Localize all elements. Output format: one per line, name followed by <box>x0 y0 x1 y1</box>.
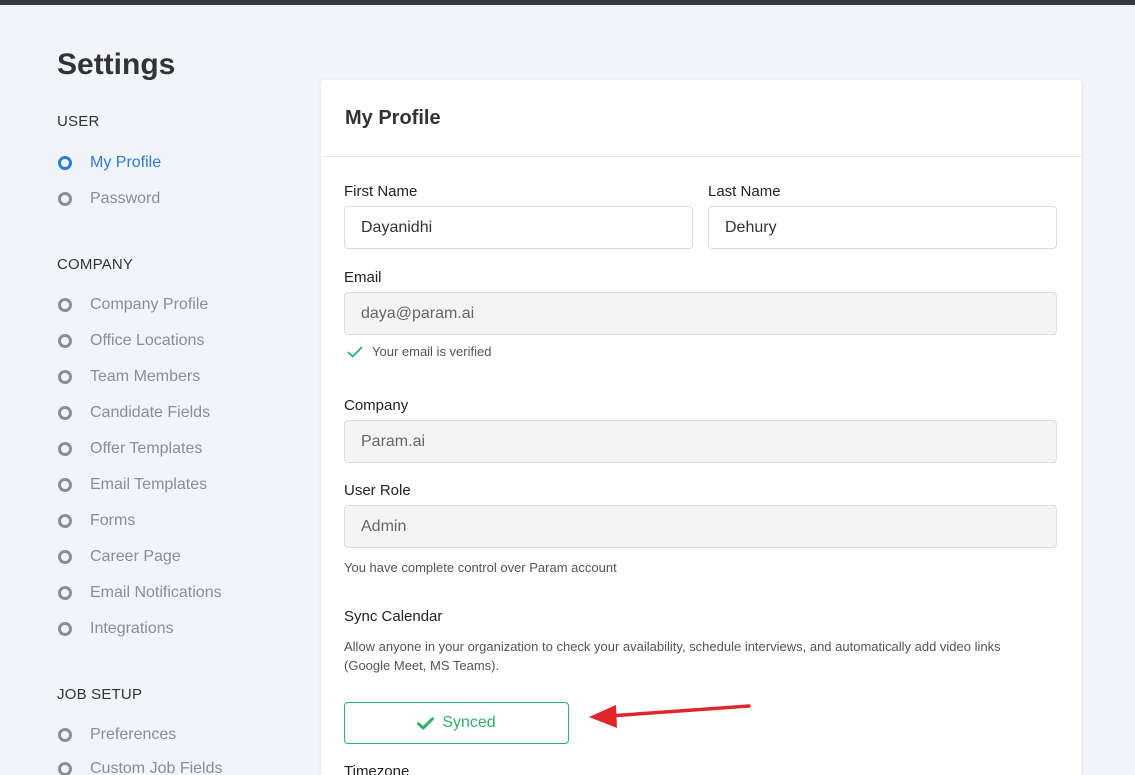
company-input[interactable] <box>344 420 1057 463</box>
synced-button[interactable]: Synced <box>344 702 569 744</box>
card-title: My Profile <box>345 107 441 129</box>
email-verified-text: Your email is verified <box>372 344 492 359</box>
sidebar-item-label: Forms <box>90 512 136 529</box>
sidebar-item-forms[interactable]: Forms <box>57 509 135 533</box>
sidebar-item-label: My Profile <box>90 154 162 171</box>
radio-icon <box>58 622 72 636</box>
sidebar-item-label: Office Locations <box>90 332 205 349</box>
first-name-label: First Name <box>344 183 418 200</box>
sidebar-item-career-page[interactable]: Career Page <box>57 545 181 569</box>
sync-calendar-label: Sync Calendar <box>344 608 443 625</box>
sidebar-item-my-profile[interactable]: My Profile <box>57 151 161 175</box>
sidebar-item-label: Offer Templates <box>90 440 203 457</box>
sidebar-item-label: Career Page <box>90 548 181 565</box>
company-label: Company <box>344 397 409 414</box>
radio-icon <box>58 514 72 528</box>
email-label: Email <box>344 269 382 286</box>
sidebar-item-email-templates[interactable]: Email Templates <box>57 473 207 497</box>
sidebar-heading-job-setup: JOB SETUP <box>57 686 143 703</box>
top-bar <box>0 0 1135 5</box>
user-role-label: User Role <box>344 482 411 499</box>
sidebar-item-team-members[interactable]: Team Members <box>57 365 200 389</box>
check-icon <box>417 716 435 729</box>
sidebar-item-password[interactable]: Password <box>57 187 160 211</box>
sidebar-item-label: Email Templates <box>90 476 208 493</box>
profile-card: My Profile First Name Last Name Email Yo… <box>320 79 1082 775</box>
sidebar-item-preferences[interactable]: Preferences <box>57 723 176 747</box>
radio-icon <box>58 586 72 600</box>
check-icon <box>347 346 363 357</box>
sidebar-item-candidate-fields[interactable]: Candidate Fields <box>57 401 210 425</box>
sidebar-item-label: Company Profile <box>90 296 209 313</box>
sidebar-item-label: Custom Job Fields <box>90 760 223 775</box>
email-input[interactable] <box>344 292 1057 335</box>
first-name-input[interactable] <box>344 206 693 249</box>
sidebar-item-company-profile[interactable]: Company Profile <box>57 293 208 317</box>
sidebar-item-email-notifications[interactable]: Email Notifications <box>57 581 222 605</box>
radio-icon <box>58 370 72 384</box>
sidebar-item-label: Preferences <box>90 726 177 743</box>
sidebar-item-label: Email Notifications <box>90 584 222 601</box>
sidebar-item-label: Candidate Fields <box>90 404 211 421</box>
sidebar-heading-company: COMPANY <box>57 256 134 273</box>
sidebar-item-label: Integrations <box>90 620 174 637</box>
sidebar-item-label: Team Members <box>90 368 201 385</box>
radio-icon <box>58 728 72 742</box>
sidebar-item-custom-job-fields[interactable]: Custom Job Fields <box>57 757 223 775</box>
last-name-input[interactable] <box>708 206 1057 249</box>
sidebar-item-office-locations[interactable]: Office Locations <box>57 329 204 353</box>
email-verified-status: Your email is verified <box>347 344 491 359</box>
timezone-label: Timezone <box>344 763 410 775</box>
sync-calendar-description: Allow anyone in your organization to che… <box>344 639 1001 673</box>
sidebar-heading-user: USER <box>57 113 100 130</box>
last-name-label: Last Name <box>708 183 781 200</box>
radio-icon <box>58 442 72 456</box>
user-role-input[interactable] <box>344 505 1057 548</box>
radio-selected-icon <box>58 156 72 170</box>
radio-icon <box>58 550 72 564</box>
page-title: Settings <box>57 48 176 81</box>
radio-icon <box>58 298 72 312</box>
annotation-arrow-icon <box>589 704 751 728</box>
user-role-helper-text: You have complete control over Param acc… <box>344 560 617 575</box>
card-header: My Profile <box>321 80 1081 157</box>
sidebar-item-offer-templates[interactable]: Offer Templates <box>57 437 202 461</box>
synced-button-label: Synced <box>442 714 496 731</box>
sidebar-item-integrations[interactable]: Integrations <box>57 617 174 641</box>
radio-icon <box>58 478 72 492</box>
sidebar-item-label: Password <box>90 190 161 207</box>
radio-icon <box>58 762 72 775</box>
radio-icon <box>58 334 72 348</box>
radio-icon <box>58 406 72 420</box>
radio-icon <box>58 192 72 206</box>
